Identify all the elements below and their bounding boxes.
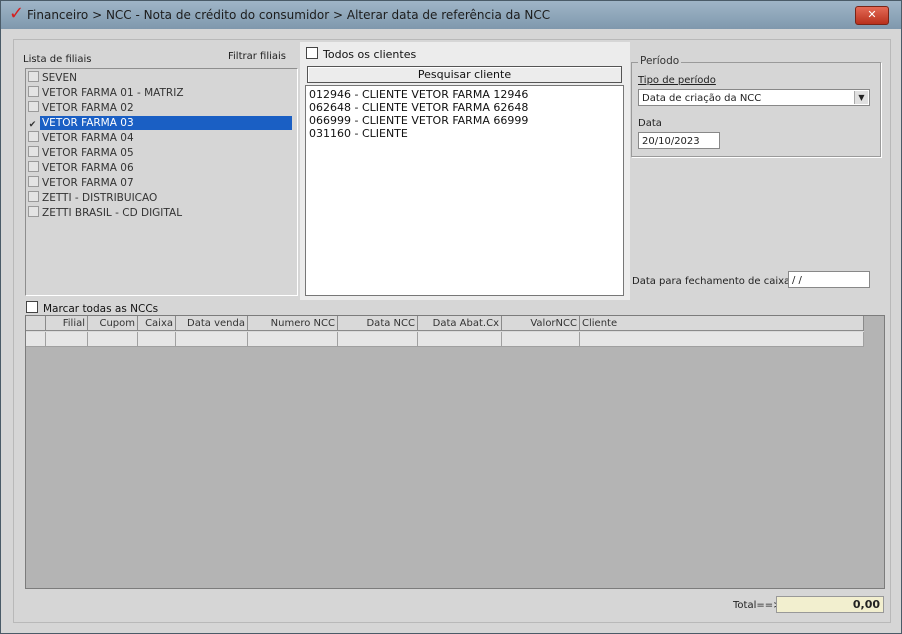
window-title: Financeiro > NCC - Nota de crédito do co… xyxy=(27,8,551,22)
column-header[interactable]: Data venda xyxy=(176,316,248,331)
client-area: Lista de filiais Filtrar filiais SEVEN VE… xyxy=(13,39,891,623)
table-cell[interactable] xyxy=(418,332,502,347)
filial-item[interactable]: VETOR FARMA 04 xyxy=(28,131,296,145)
filiais-label: Lista de filiais xyxy=(23,54,92,65)
tipo-periodo-label: Tipo de período xyxy=(638,75,716,86)
column-header[interactable]: Filial xyxy=(46,316,88,331)
filiais-list: SEVEN VETOR FARMA 01 - MATRIZ VETOR FARMA … xyxy=(25,68,298,296)
main-window: ✓ Financeiro > NCC - Nota de crédito do … xyxy=(0,0,902,634)
filial-item[interactable]: ZETTI BRASIL - CD DIGITAL xyxy=(28,206,296,220)
filial-item[interactable]: VETOR FARMA 05 xyxy=(28,146,296,160)
total-value: 0,00 xyxy=(776,596,884,613)
table-cell[interactable] xyxy=(46,332,88,347)
checkbox-box[interactable] xyxy=(28,101,39,112)
table-cell[interactable] xyxy=(502,332,580,347)
filial-item[interactable]: ZETTI - DISTRIBUICAO xyxy=(28,191,296,205)
fechamento-label: Data para fechamento de caixa xyxy=(632,276,791,287)
checkbox-box[interactable] xyxy=(28,86,39,97)
filial-label: ZETTI - DISTRIBUICAO xyxy=(42,192,158,204)
column-header[interactable]: Numero NCC xyxy=(248,316,338,331)
column-header[interactable]: Cupom xyxy=(88,316,138,331)
total-label: Total==> xyxy=(733,600,782,611)
cliente-item[interactable]: 012946 - CLIENTE VETOR FARMA 12946 xyxy=(309,88,528,101)
filial-item[interactable]: ✔ VETOR FARMA 03 xyxy=(28,116,296,130)
filial-item[interactable]: VETOR FARMA 07 xyxy=(28,176,296,190)
table-row[interactable] xyxy=(26,332,864,347)
periodo-title: Período xyxy=(638,55,682,67)
checkbox-box[interactable] xyxy=(28,131,39,142)
clientes-list[interactable]: 012946 - CLIENTE VETOR FARMA 12946 062648… xyxy=(305,85,624,296)
fechamento-input[interactable]: / / xyxy=(788,271,870,288)
title-bar: ✓ Financeiro > NCC - Nota de crédito do … xyxy=(1,1,901,29)
checkbox-box[interactable] xyxy=(28,71,39,82)
table-cell[interactable] xyxy=(138,332,176,347)
cliente-item[interactable]: 031160 - CLIENTE xyxy=(309,127,408,140)
table-cell[interactable] xyxy=(26,332,46,347)
filial-item[interactable]: VETOR FARMA 01 - MATRIZ xyxy=(28,86,296,100)
filial-label: VETOR FARMA 07 xyxy=(42,177,134,189)
clientes-panel: Todos os clientes Pesquisar cliente 0129… xyxy=(300,42,630,300)
checkmark-icon[interactable]: ✔ xyxy=(28,121,37,130)
table-cell[interactable] xyxy=(248,332,338,347)
checkbox-box[interactable] xyxy=(28,206,39,217)
column-header[interactable]: Caixa xyxy=(138,316,176,331)
checkbox-box[interactable] xyxy=(28,191,39,202)
filial-item[interactable]: VETOR FARMA 02 xyxy=(28,101,296,115)
table-cell[interactable] xyxy=(338,332,418,347)
checkbox-box[interactable] xyxy=(28,161,39,172)
filial-item[interactable]: VETOR FARMA 06 xyxy=(28,161,296,175)
filial-label: VETOR FARMA 05 xyxy=(42,147,134,159)
filial-label: VETOR FARMA 01 - MATRIZ xyxy=(42,87,184,99)
table-cell[interactable] xyxy=(580,332,864,347)
close-button[interactable]: ✕ xyxy=(855,6,889,25)
todos-clientes-label: Todos os clientes xyxy=(323,48,417,61)
grid-header: Filial Cupom Caixa Data venda Numero NCC Data… xyxy=(26,316,864,332)
checkbox-box xyxy=(306,47,318,59)
column-header[interactable]: Data NCC xyxy=(338,316,418,331)
filial-label: ZETTI BRASIL - CD DIGITAL xyxy=(42,207,183,219)
tipo-periodo-select[interactable]: Data de criação da NCC ▼ xyxy=(638,89,870,106)
filial-label: SEVEN xyxy=(42,72,77,84)
marcar-todas-label: Marcar todas as NCCs xyxy=(43,303,159,315)
periodo-group: Período Tipo de período Data de criação … xyxy=(631,55,881,157)
column-header[interactable] xyxy=(26,316,46,331)
chevron-down-icon[interactable]: ▼ xyxy=(854,91,868,104)
checkbox-box[interactable] xyxy=(28,176,39,187)
checkbox-box[interactable] xyxy=(28,146,39,157)
column-header[interactable]: ValorNCC xyxy=(502,316,580,331)
ncc-grid: Filial Cupom Caixa Data venda Numero NCC Data… xyxy=(25,315,885,589)
column-header[interactable]: Data Abat.Cx xyxy=(418,316,502,331)
filtrar-filiais-button[interactable]: Filtrar filiais xyxy=(227,50,287,64)
app-check-icon: ✓ xyxy=(9,3,25,24)
cliente-item[interactable]: 062648 - CLIENTE VETOR FARMA 62648 xyxy=(309,101,528,114)
column-header[interactable]: Cliente xyxy=(580,316,864,331)
pesquisar-cliente-button[interactable]: Pesquisar cliente xyxy=(307,66,622,83)
tipo-periodo-value: Data de criação da NCC xyxy=(642,93,762,104)
filial-label: VETOR FARMA 04 xyxy=(42,132,134,144)
table-cell[interactable] xyxy=(176,332,248,347)
todos-clientes-checkbox[interactable]: Todos os clientes xyxy=(306,47,416,61)
filial-item[interactable]: SEVEN xyxy=(28,71,296,85)
cliente-item[interactable]: 066999 - CLIENTE VETOR FARMA 66999 xyxy=(309,114,528,127)
filial-label: VETOR FARMA 02 xyxy=(42,102,134,114)
checkbox-box xyxy=(26,301,38,313)
data-label: Data xyxy=(638,118,662,129)
marcar-todas-checkbox[interactable]: Marcar todas as NCCs xyxy=(26,301,158,315)
filial-label: VETOR FARMA 03 xyxy=(40,116,292,130)
filial-label: VETOR FARMA 06 xyxy=(42,162,134,174)
data-input[interactable]: 20/10/2023 xyxy=(638,132,720,149)
table-cell[interactable] xyxy=(88,332,138,347)
